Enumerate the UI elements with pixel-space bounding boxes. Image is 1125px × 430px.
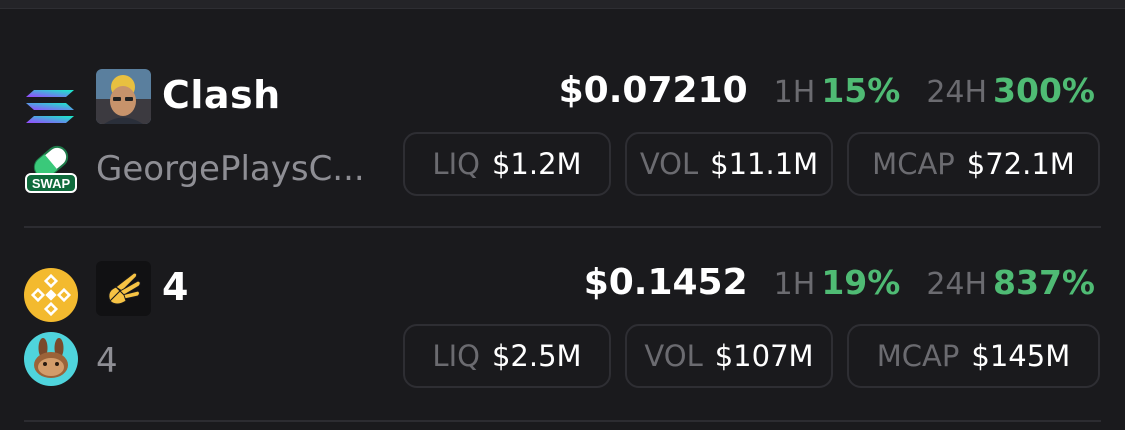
row-divider — [24, 226, 1101, 228]
price-line: $0.07210 1H 15% 24H 300% — [559, 70, 1095, 116]
top-strip — [0, 0, 1125, 9]
bnb-logo-icon — [24, 268, 78, 322]
token-price: $0.1452 — [583, 262, 748, 303]
mcap-value: $145M — [971, 339, 1071, 373]
vol-label: VOL — [644, 339, 703, 373]
volume-stat: VOL $107M — [625, 324, 833, 388]
pump-pill-swap-icon: SWAP — [25, 145, 77, 193]
hand-sign-avatar — [96, 261, 151, 316]
change-24h-value: 300% — [993, 71, 1095, 110]
token-symbol: Clash — [162, 73, 281, 117]
liq-label: LIQ — [432, 147, 480, 181]
token-row-4[interactable]: 4 $0.1452 1H 19% 24H 837% 4 LIQ $2.5M VO… — [0, 252, 1125, 430]
token-symbol: 4 — [162, 265, 189, 309]
change-1h-label: 1H — [773, 267, 816, 302]
token-name: 4 — [96, 341, 118, 381]
price-line: $0.1452 1H 19% 24H 837% — [584, 262, 1095, 308]
token-row-clash[interactable]: Clash $0.07210 1H 15% 24H 300% SWAP Geor… — [0, 60, 1125, 250]
change-24h-value: 837% — [993, 263, 1095, 302]
mcap-label: MCAP — [876, 339, 960, 373]
token-name: GeorgePlaysC... — [96, 149, 365, 189]
liq-label: LIQ — [432, 339, 480, 373]
solana-logo-icon — [26, 90, 74, 123]
mcap-label: MCAP — [872, 147, 955, 181]
change-1h-label: 1H — [773, 75, 816, 110]
mcap-value: $72.1M — [966, 147, 1075, 181]
vol-label: VOL — [639, 147, 699, 181]
liquidity-stat: LIQ $2.5M — [403, 324, 611, 388]
change-1h-value: 15% — [821, 71, 901, 110]
creator-photo-avatar — [96, 69, 151, 124]
market-cap-stat: MCAP $72.1M — [847, 132, 1100, 196]
volume-stat: VOL $11.1M — [625, 132, 833, 196]
row-divider — [24, 420, 1101, 422]
change-24h-label: 24H — [926, 75, 988, 110]
vol-value: $107M — [714, 339, 814, 373]
liq-value: $2.5M — [491, 339, 582, 373]
token-price: $0.07210 — [558, 70, 748, 111]
pancakeswap-bunny-icon — [24, 332, 78, 386]
liq-value: $1.2M — [491, 147, 582, 181]
change-1h-value: 19% — [821, 263, 901, 302]
market-cap-stat: MCAP $145M — [847, 324, 1100, 388]
dex-badge-label: SWAP — [32, 176, 71, 191]
vol-value: $11.1M — [710, 147, 819, 181]
change-24h-label: 24H — [926, 267, 988, 302]
liquidity-stat: LIQ $1.2M — [403, 132, 611, 196]
